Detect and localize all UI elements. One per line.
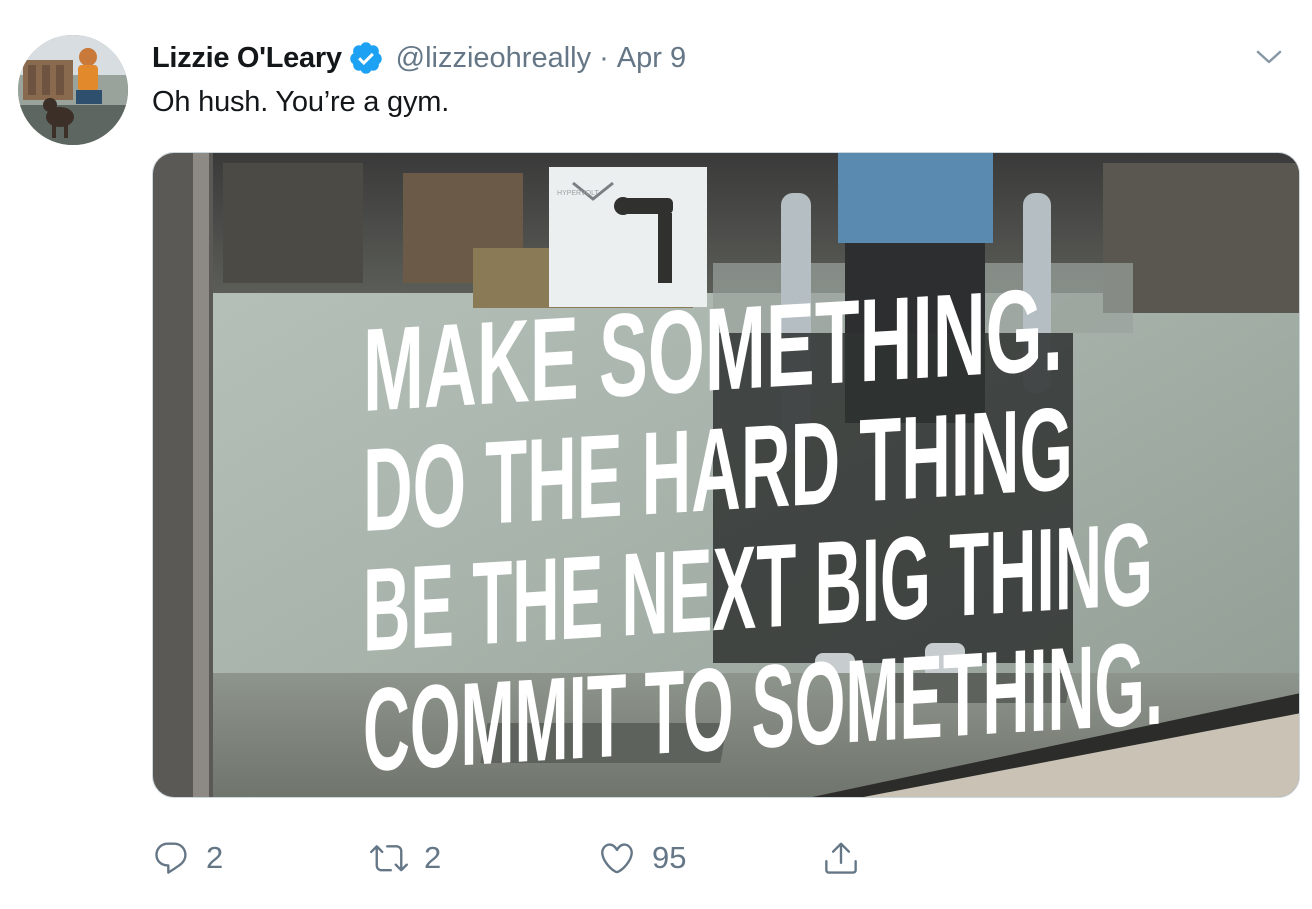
verified-badge-icon bbox=[349, 42, 382, 74]
share-icon bbox=[825, 842, 857, 874]
avatar-photo bbox=[18, 35, 128, 145]
tweet-date[interactable]: Apr 9 bbox=[617, 42, 686, 75]
reply-button[interactable]: 2 bbox=[152, 833, 223, 883]
tweet-card[interactable]: Lizzie O'Leary @lizzieohreally · Apr 9 O… bbox=[0, 0, 1312, 909]
reply-icon bbox=[155, 842, 187, 874]
tweet-header: Lizzie O'Leary @lizzieohreally · Apr 9 bbox=[152, 36, 686, 80]
box-brand-text: HYPERVOLT bbox=[557, 190, 599, 197]
like-button[interactable]: 95 bbox=[598, 833, 686, 883]
user-handle[interactable]: @lizzieohreally bbox=[396, 42, 591, 75]
chevron-down-icon[interactable] bbox=[1254, 46, 1284, 68]
tweet-photo[interactable]: MAKE SOMETHING. DO THE HARD THING BE THE… bbox=[152, 152, 1300, 798]
retweet-button[interactable]: 2 bbox=[370, 833, 441, 883]
heart-icon bbox=[601, 843, 633, 874]
avatar[interactable] bbox=[18, 35, 128, 145]
retweet-icon bbox=[370, 845, 408, 872]
reply-count: 2 bbox=[206, 840, 224, 875]
tweet-text: Oh hush. You’re a gym. bbox=[152, 86, 450, 118]
separator-dot: · bbox=[599, 41, 609, 74]
display-name[interactable]: Lizzie O'Leary bbox=[152, 42, 342, 75]
storefront-photo: MAKE SOMETHING. DO THE HARD THING BE THE… bbox=[153, 153, 1299, 797]
tweet-actions: 2 2 95 bbox=[150, 833, 910, 883]
retweet-count: 2 bbox=[424, 840, 442, 875]
share-button[interactable] bbox=[822, 833, 876, 883]
like-count: 95 bbox=[652, 840, 687, 875]
